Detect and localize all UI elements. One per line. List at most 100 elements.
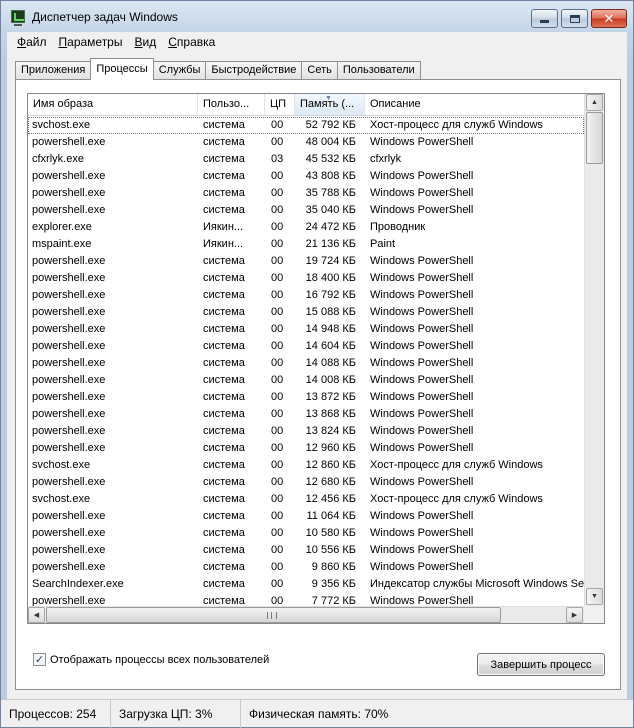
vertical-scroll-thumb[interactable] xyxy=(586,112,603,164)
column-header-cpu[interactable]: ЦП xyxy=(265,94,295,115)
table-row[interactable]: mspaint.exe Иякин... 00 21 136 КБ Paint xyxy=(28,236,584,253)
process-description: Windows PowerShell xyxy=(370,510,474,522)
process-cpu: 00 xyxy=(271,238,284,250)
process-image-name: powershell.exe xyxy=(32,187,106,199)
process-memory: 52 792 КБ xyxy=(305,119,356,131)
process-user: система xyxy=(203,153,245,165)
table-row[interactable]: svchost.exe система 00 12 860 КБ Хост-процес… xyxy=(28,457,584,474)
table-row[interactable]: powershell.exe система 00 14 008 КБ Windows … xyxy=(28,372,584,389)
table-row[interactable]: SearchIndexer.exe система 00 9 356 КБ Индекс… xyxy=(28,576,584,593)
table-row[interactable]: powershell.exe система 00 13 868 КБ Windows … xyxy=(28,406,584,423)
process-memory: 24 472 КБ xyxy=(305,221,356,233)
process-memory: 15 088 КБ xyxy=(305,306,356,318)
process-user: система xyxy=(203,561,245,573)
table-row[interactable]: powershell.exe система 00 14 604 КБ Windows … xyxy=(28,338,584,355)
scroll-left-button[interactable]: ◀ xyxy=(28,607,45,623)
table-row[interactable]: powershell.exe система 00 19 724 КБ Windows … xyxy=(28,253,584,270)
table-row[interactable]: powershell.exe система 00 10 580 КБ Windows … xyxy=(28,525,584,542)
table-row[interactable]: powershell.exe система 00 43 808 КБ Windows … xyxy=(28,168,584,185)
horizontal-scroll-thumb[interactable] xyxy=(46,607,501,623)
tab-0[interactable]: Приложения xyxy=(15,61,92,80)
scroll-right-button[interactable]: ▶ xyxy=(566,607,583,623)
column-header-user[interactable]: Пользо... xyxy=(198,94,265,115)
process-list[interactable]: Имя образа Пользо... ЦП ▼ Память (... Оп… xyxy=(27,93,605,624)
maximize-button[interactable] xyxy=(561,9,588,28)
table-row[interactable]: powershell.exe система 00 15 088 КБ Windows … xyxy=(28,304,584,321)
tab-4[interactable]: Сеть xyxy=(301,61,338,80)
table-row[interactable]: powershell.exe система 00 14 948 КБ Windows … xyxy=(28,321,584,338)
minimize-button[interactable] xyxy=(531,9,558,28)
process-description: Windows PowerShell xyxy=(370,442,474,454)
table-row[interactable]: powershell.exe система 00 11 064 КБ Windows … xyxy=(28,508,584,525)
column-header-image-name[interactable]: Имя образа xyxy=(28,94,198,115)
process-user: система xyxy=(203,459,245,471)
arrow-down-icon: ▼ xyxy=(591,593,598,600)
table-row[interactable]: explorer.exe Иякин... 00 24 472 КБ Проводник xyxy=(28,219,584,236)
tab-5[interactable]: Пользователи xyxy=(336,61,421,80)
table-row[interactable]: powershell.exe система 00 13 824 КБ Windows … xyxy=(28,423,584,440)
process-memory: 12 860 КБ xyxy=(305,459,356,471)
vertical-scrollbar[interactable]: ▲ ▼ xyxy=(584,94,604,606)
process-description: Хост-процесс для служб Windows xyxy=(370,493,543,505)
table-row[interactable]: powershell.exe система 00 12 680 КБ Windows … xyxy=(28,474,584,491)
table-row[interactable]: powershell.exe система 00 35 788 КБ Windows … xyxy=(28,185,584,202)
table-row[interactable]: powershell.exe система 00 9 860 КБ Windows P… xyxy=(28,559,584,576)
column-header-memory[interactable]: ▼ Память (... xyxy=(295,94,365,115)
table-row[interactable]: powershell.exe система 00 16 792 КБ Windows … xyxy=(28,287,584,304)
process-cpu: 00 xyxy=(271,119,284,131)
table-row[interactable]: svchost.exe система 00 52 792 КБ Хост-процес… xyxy=(28,117,584,134)
process-memory: 9 860 КБ xyxy=(311,561,356,573)
process-cpu: 00 xyxy=(271,561,284,573)
process-rows: svchost.exe система 00 52 792 КБ Хост-процес… xyxy=(28,117,584,611)
process-image-name: powershell.exe xyxy=(32,289,106,301)
process-cpu: 00 xyxy=(271,357,284,369)
process-description: Windows PowerShell xyxy=(370,476,474,488)
process-memory: 12 456 КБ xyxy=(305,493,356,505)
menu-item-3[interactable]: Справка xyxy=(162,35,221,49)
scroll-up-button[interactable]: ▲ xyxy=(586,94,603,111)
checkbox-box[interactable]: ✓ xyxy=(33,653,46,666)
status-process-count: Процессов: 254 xyxy=(1,699,111,728)
tab-2[interactable]: Службы xyxy=(152,61,207,80)
process-user: система xyxy=(203,255,245,267)
table-row[interactable]: powershell.exe система 00 14 088 КБ Windows … xyxy=(28,355,584,372)
table-row[interactable]: powershell.exe система 00 13 872 КБ Windows … xyxy=(28,389,584,406)
tab-strip: Приложения Процессы Службы Быстродействие Се… xyxy=(15,58,421,80)
process-memory: 13 872 КБ xyxy=(305,391,356,403)
table-row[interactable]: svchost.exe система 00 12 456 КБ Хост-процес… xyxy=(28,491,584,508)
column-header-description[interactable]: Описание xyxy=(365,94,584,115)
menu-accelerator: Ф xyxy=(17,35,27,49)
menu-item-0[interactable]: Файл xyxy=(11,35,53,49)
process-memory: 10 580 КБ xyxy=(305,527,356,539)
maximize-icon xyxy=(569,14,580,23)
table-row[interactable]: powershell.exe система 00 12 960 КБ Windows … xyxy=(28,440,584,457)
table-row[interactable]: cfxrlyk.exe система 03 45 532 КБ cfxrlyk xyxy=(28,151,584,168)
process-description: Windows PowerShell xyxy=(370,187,474,199)
process-user: система xyxy=(203,170,245,182)
table-row[interactable]: powershell.exe система 00 18 400 КБ Windows … xyxy=(28,270,584,287)
process-cpu: 00 xyxy=(271,255,284,267)
status-cpu-usage: Загрузка ЦП: 3% xyxy=(111,699,241,728)
table-row[interactable]: powershell.exe система 00 10 556 КБ Windows … xyxy=(28,542,584,559)
end-process-button[interactable]: Завершить процесс xyxy=(477,653,605,676)
title-bar[interactable]: Диспетчер задач Windows ✕ xyxy=(1,1,633,31)
process-image-name: cfxrlyk.exe xyxy=(32,153,84,165)
close-button[interactable]: ✕ xyxy=(591,9,627,28)
tab-3[interactable]: Быстродействие xyxy=(205,61,303,80)
tab-1[interactable]: Процессы xyxy=(90,58,154,80)
process-image-name: powershell.exe xyxy=(32,544,106,556)
table-row[interactable]: powershell.exe система 00 48 004 КБ Windows … xyxy=(28,134,584,151)
process-image-name: powershell.exe xyxy=(32,442,106,454)
show-all-users-checkbox[interactable]: ✓ Отображать процессы всех пользователей xyxy=(33,653,269,666)
process-cpu: 00 xyxy=(271,544,284,556)
scroll-down-button[interactable]: ▼ xyxy=(586,588,603,605)
menu-accelerator: С xyxy=(168,35,177,49)
process-description: Windows PowerShell xyxy=(370,561,474,573)
horizontal-scrollbar[interactable]: ◀ ▶ xyxy=(28,606,584,623)
table-row[interactable]: powershell.exe система 00 35 040 КБ Windows … xyxy=(28,202,584,219)
process-image-name: powershell.exe xyxy=(32,306,106,318)
process-memory: 14 008 КБ xyxy=(305,374,356,386)
menu-item-2[interactable]: Вид xyxy=(128,35,162,49)
process-description: Хост-процесс для служб Windows xyxy=(370,119,543,131)
menu-item-1[interactable]: Параметры xyxy=(53,35,129,49)
